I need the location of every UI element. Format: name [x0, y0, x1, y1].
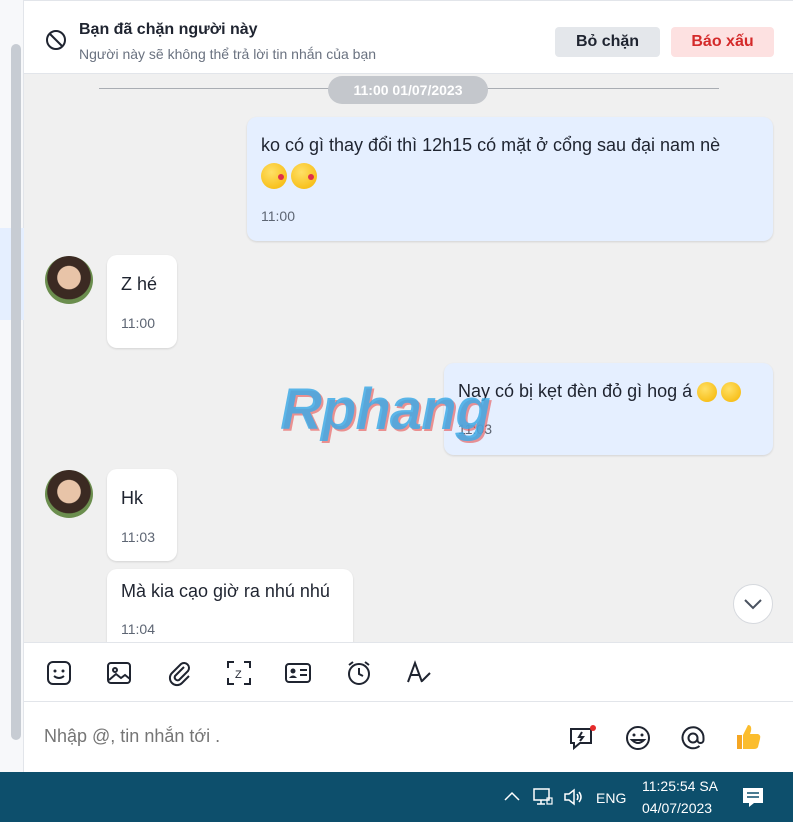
avatar[interactable]	[45, 470, 93, 518]
like-icon[interactable]	[733, 722, 763, 752]
message-time: 11:00	[261, 208, 295, 224]
conversation-list-edge	[0, 0, 24, 772]
kiss-emoji-icon	[261, 163, 287, 190]
block-icon	[46, 30, 66, 50]
message-text: ko có gì thay đổi thì 12h15 có mặt ở cổn…	[261, 135, 721, 155]
chevron-up-icon[interactable]	[501, 786, 523, 808]
svg-text:Z: Z	[235, 669, 242, 681]
chevron-down-icon	[744, 599, 762, 610]
blocked-title: Bạn đã chặn người này	[79, 21, 258, 38]
message-list[interactable]: 11:00 01/07/2023 ko có gì thay đổi thì 1…	[24, 74, 793, 642]
mention-icon[interactable]	[679, 724, 707, 752]
conversation-list-scrollbar[interactable]	[11, 44, 21, 740]
avatar[interactable]	[45, 256, 93, 304]
laughing-emoji-icon	[721, 382, 742, 403]
message-text: Nay có bị kẹt đèn đỏ gì hog á	[458, 381, 693, 401]
compose-toolbar: Z	[24, 642, 793, 702]
message-bubble-received[interactable]: Mà kia cạo giờ ra nhú nhú 11:04	[107, 569, 353, 642]
message-composer	[24, 702, 793, 772]
date-separator: 11:00 01/07/2023	[328, 76, 488, 104]
input-language-indicator[interactable]: ENG	[596, 790, 626, 806]
kiss-emoji-icon	[291, 163, 317, 190]
attachment-icon[interactable]	[165, 659, 193, 687]
message-text: Z hé	[121, 274, 158, 294]
watermark-logo: Rphang	[280, 377, 491, 442]
laughing-emoji-icon	[697, 382, 718, 403]
blocked-subtitle: Người này sẽ không thể trả lời tin nhắn …	[79, 46, 377, 62]
report-button[interactable]: Báo xấu	[671, 27, 774, 57]
message-bubble-sent[interactable]: Nay có bị kẹt đèn đỏ gì hog á 11:03	[444, 363, 773, 455]
scroll-to-bottom-button[interactable]	[733, 584, 773, 624]
message-bubble-received[interactable]: Hk 11:03	[107, 469, 177, 561]
system-taskbar: ENG 11:25:54 SA 04/07/2023	[0, 772, 793, 822]
contact-card-icon[interactable]	[284, 659, 312, 687]
message-text: Hk	[121, 488, 143, 508]
text-format-icon[interactable]	[405, 659, 433, 687]
message-time: 11:03	[121, 529, 155, 545]
blocked-banner: Bạn đã chặn người này Người này sẽ không…	[24, 0, 793, 74]
reminder-icon[interactable]	[345, 659, 373, 687]
quick-message-icon[interactable]	[568, 724, 596, 752]
message-time: 11:00	[121, 315, 155, 331]
image-icon[interactable]	[105, 659, 133, 687]
network-icon[interactable]	[532, 786, 554, 808]
message-text-row: Nay có bị kẹt đèn đỏ gì hog á	[458, 377, 745, 405]
sticker-icon[interactable]	[45, 659, 73, 687]
message-bubble-received[interactable]: Z hé 11:00	[107, 255, 177, 348]
message-time: 11:04	[121, 621, 155, 637]
notification-center-icon[interactable]	[741, 785, 765, 809]
message-input[interactable]	[44, 726, 544, 747]
message-text: Mà kia cạo giờ ra nhú nhú	[121, 581, 330, 601]
emoji-icon[interactable]	[624, 724, 652, 752]
message-emoji-row	[261, 161, 321, 190]
screenshot-icon[interactable]: Z	[225, 659, 253, 687]
volume-icon[interactable]	[562, 786, 584, 808]
clock-date[interactable]: 04/07/2023	[642, 800, 712, 816]
clock-time[interactable]: 11:25:54 SA	[642, 778, 718, 794]
unblock-button[interactable]: Bỏ chặn	[555, 27, 660, 57]
message-bubble-sent[interactable]: ko có gì thay đổi thì 12h15 có mặt ở cổn…	[247, 117, 773, 241]
